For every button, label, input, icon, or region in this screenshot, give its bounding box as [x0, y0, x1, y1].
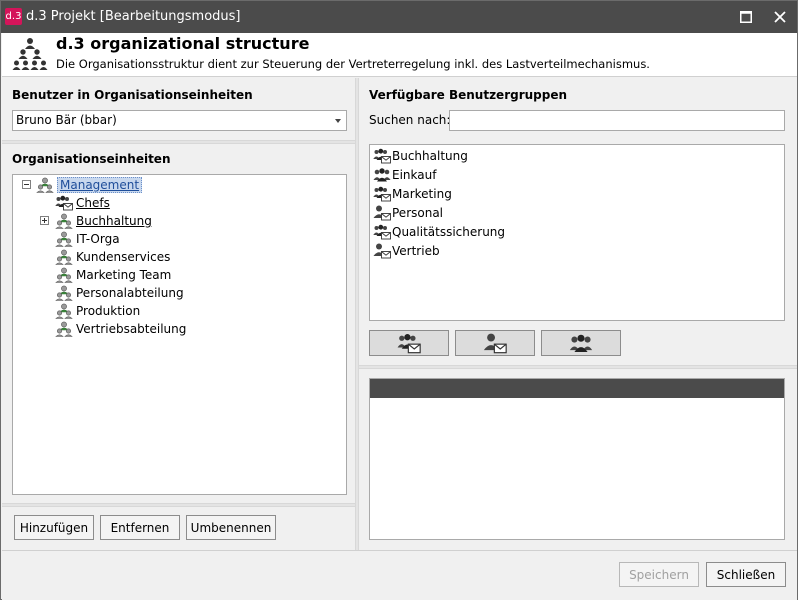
group-mail-icon	[373, 224, 391, 240]
maximize-button[interactable]	[729, 1, 763, 33]
tree-node-label: Marketing Team	[76, 268, 172, 282]
close-button-label: Schließen	[716, 567, 776, 582]
list-item[interactable]: Marketing	[373, 184, 452, 203]
tree-node-label: Kundenservices	[76, 250, 171, 264]
list-item[interactable]: Einkauf	[373, 165, 436, 184]
organization-window: d.3 d.3 Projekt [Bearbeitungsmodus] d.3 …	[0, 0, 798, 600]
org-unit-icon	[55, 285, 73, 301]
members-table[interactable]	[369, 378, 785, 540]
save-button-label: Speichern	[629, 567, 689, 582]
remove-button-label: Entfernen	[110, 520, 170, 535]
left-splitter-bottom[interactable]	[2, 503, 355, 507]
group-mail-icon	[55, 195, 73, 211]
title-bar: d.3 d.3 Projekt [Bearbeitungsmodus]	[1, 1, 797, 33]
close-button[interactable]: Schließen	[706, 562, 786, 587]
group-mail-icon	[373, 148, 391, 164]
close-window-button[interactable]	[763, 1, 797, 33]
user-select[interactable]: Bruno Bär (bbar)	[12, 110, 347, 131]
remove-button[interactable]: Entfernen	[100, 515, 180, 540]
tree-node[interactable]: Chefs	[55, 194, 110, 212]
list-item[interactable]: Qualitätssicherung	[373, 222, 505, 241]
left-splitter-top[interactable]	[2, 140, 355, 144]
group-icon	[569, 333, 593, 354]
collapse-icon[interactable]	[22, 180, 31, 189]
members-table-header	[370, 379, 784, 398]
page-description: Die Organisationsstruktur dient zur Steu…	[56, 57, 650, 71]
tree-node-label: Produktion	[76, 304, 141, 318]
org-structure-logo-icon	[12, 38, 48, 70]
group-label: Einkauf	[392, 167, 437, 182]
window-title: d.3 Projekt [Bearbeitungsmodus]	[26, 9, 241, 24]
tree-node[interactable]: IT-Orga	[55, 230, 120, 248]
tree-node[interactable]: Management	[36, 176, 143, 194]
tree-node-label: Personalabteilung	[76, 286, 184, 300]
list-item[interactable]: Personal	[373, 203, 443, 222]
close-icon	[774, 11, 786, 23]
add-group-button[interactable]	[541, 330, 621, 356]
tree-node-label: Management	[57, 177, 143, 193]
tree-node[interactable]: Buchhaltung	[55, 212, 152, 230]
org-unit-icon	[55, 231, 73, 247]
tree-node[interactable]: Produktion	[55, 302, 140, 320]
group-label: Qualitätssicherung	[392, 224, 506, 239]
page-title: d.3 organizational structure	[56, 34, 310, 53]
group-label: Buchhaltung	[392, 148, 468, 163]
user-mail-icon	[373, 243, 391, 259]
group-label: Vertrieb	[392, 243, 440, 258]
group-mail-icon	[397, 333, 421, 354]
selected-user: Bruno Bär (bbar)	[16, 113, 117, 127]
tree-node-label: Buchhaltung	[76, 214, 152, 228]
add-user-mail-button[interactable]	[455, 330, 535, 356]
vertical-splitter[interactable]	[355, 78, 359, 550]
org-unit-icon	[55, 249, 73, 265]
search-label: Suchen nach:	[369, 113, 451, 127]
group-icon	[373, 167, 391, 183]
group-label: Personal	[392, 205, 444, 220]
save-button[interactable]: Speichern	[619, 562, 699, 587]
user-mail-icon	[483, 333, 507, 354]
tree-node[interactable]: Kundenservices	[55, 248, 170, 266]
maximize-icon	[740, 11, 752, 23]
search-input[interactable]	[449, 110, 785, 131]
user-mail-icon	[373, 205, 391, 221]
dialog-header: d.3 organizational structure Die Organis…	[2, 33, 797, 77]
d3-app-icon: d.3	[5, 8, 22, 25]
add-group-mail-button[interactable]	[369, 330, 449, 356]
group-mail-icon	[373, 186, 391, 202]
rename-button[interactable]: Umbenennen	[186, 515, 276, 540]
expand-icon[interactable]	[40, 216, 49, 225]
tree-node[interactable]: Personalabteilung	[55, 284, 184, 302]
tree-node-label: IT-Orga	[76, 232, 120, 246]
org-unit-tree[interactable]: Management Chefs Buchhaltung IT-Orga Kundens…	[12, 174, 347, 495]
list-item[interactable]: Buchhaltung	[373, 146, 468, 165]
org-unit-icon	[55, 267, 73, 283]
org-unit-icon	[55, 321, 73, 337]
group-label: Marketing	[392, 186, 452, 201]
list-item[interactable]: Vertrieb	[373, 241, 440, 260]
tree-node[interactable]: Marketing Team	[55, 266, 171, 284]
dialog-footer: Speichern Schließen	[2, 550, 797, 600]
rename-button-label: Umbenennen	[190, 520, 272, 535]
tree-node-label: Vertriebsabteilung	[76, 322, 187, 336]
tree-node[interactable]: Vertriebsabteilung	[55, 320, 186, 338]
chevron-down-icon	[335, 119, 341, 123]
tree-node-label: Chefs	[76, 196, 110, 210]
groups-section-label: Verfügbare Benutzergruppen	[369, 88, 568, 102]
add-button-label: Hinzufügen	[19, 520, 89, 535]
org-unit-icon	[55, 213, 73, 229]
units-section-label: Organisationseinheiten	[12, 152, 171, 166]
users-section-label: Benutzer in Organisationseinheiten	[12, 88, 253, 102]
user-group-list[interactable]: Buchhaltung Einkauf Marketing Personal Quali…	[369, 144, 785, 321]
add-button[interactable]: Hinzufügen	[14, 515, 94, 540]
org-unit-icon	[55, 303, 73, 319]
org-unit-icon	[36, 177, 54, 193]
right-splitter[interactable]	[359, 365, 797, 369]
